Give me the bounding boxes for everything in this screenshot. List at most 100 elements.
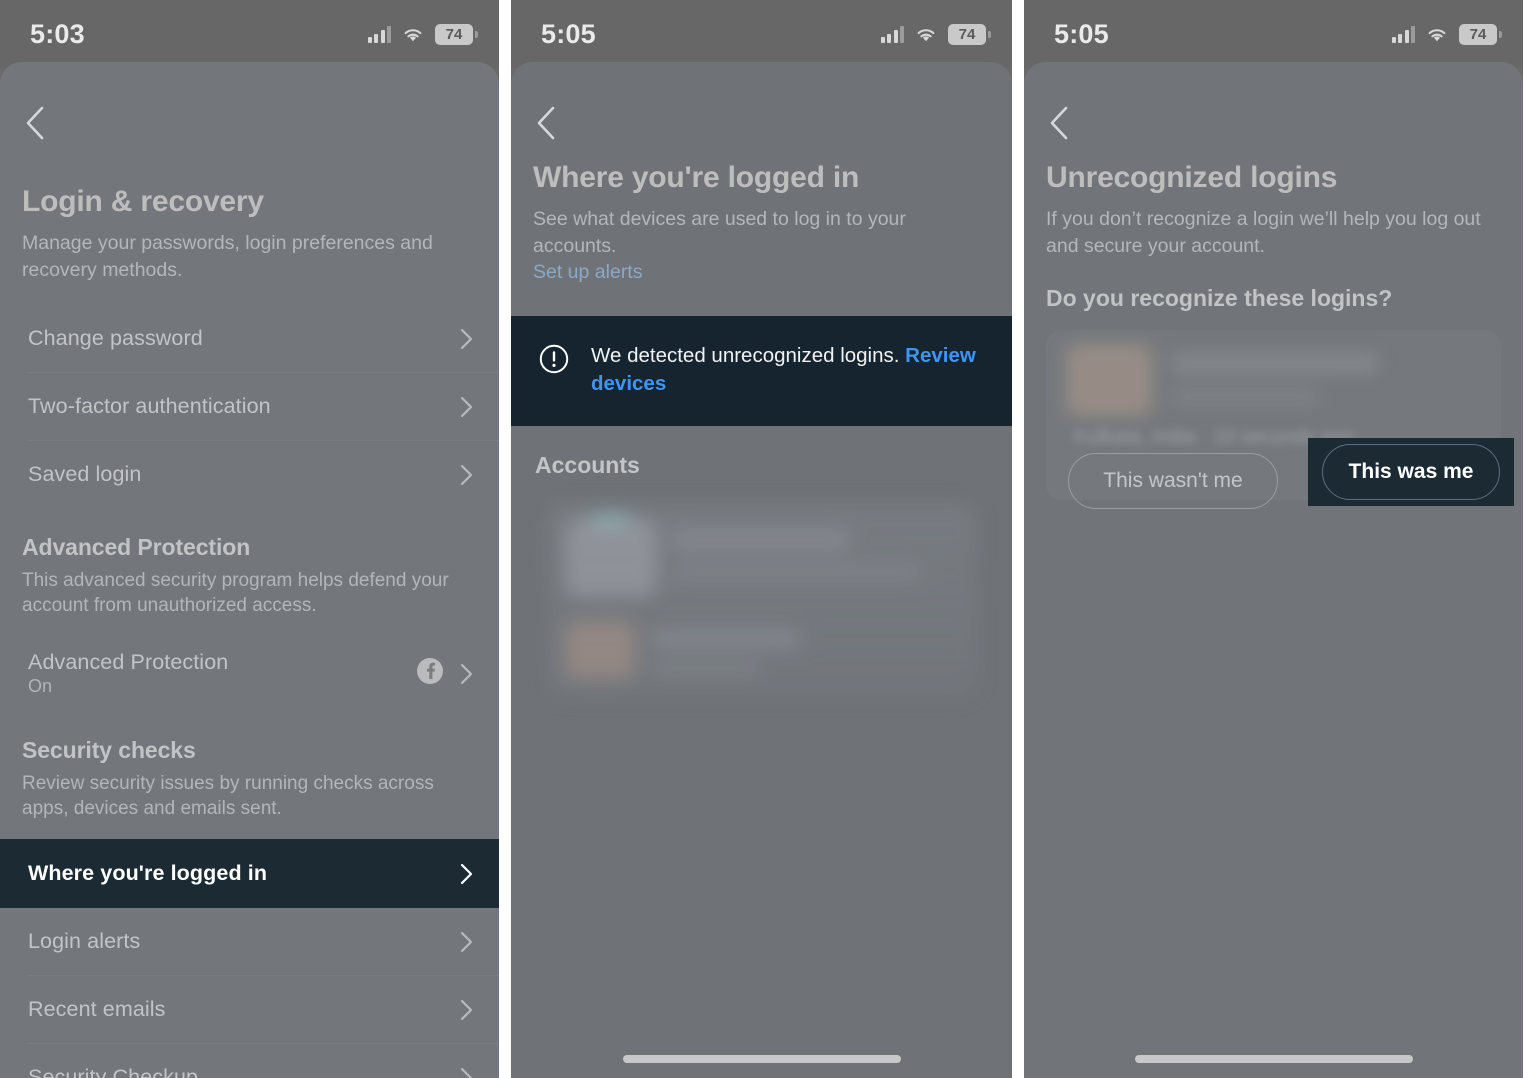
battery-icon: 74 [948,23,991,45]
row-login-alerts[interactable]: Login alerts [0,908,499,975]
content-sheet: Where you're logged in See what devices … [511,62,1012,1078]
recognize-question: Do you recognize these logins? [1046,285,1393,312]
row-right [416,657,473,690]
section-heading: Advanced Protection [22,534,251,561]
page-header: Where you're logged in See what devices … [511,160,1012,286]
phone-panel-login-recovery: 5:03 74 Login & recovery Manage your pas… [0,0,499,1078]
row-chevron [460,863,473,885]
panel-gap [499,0,511,1078]
home-indicator[interactable] [1134,1055,1413,1063]
recognize-question-block: Do you recognize these logins? [1024,285,1523,312]
row-two-factor-authentication[interactable]: Two-factor authentication [0,373,499,440]
accounts-heading: Accounts [535,452,640,479]
row-label: Saved login [28,462,142,487]
status-bar: 5:05 74 [511,0,1012,68]
blurred-avatar [564,621,635,680]
row-label: Two-factor authentication [28,394,271,419]
facebook-icon [416,657,444,690]
cellular-signal-icon [880,25,904,43]
status-icons: 74 [367,23,478,45]
row-recent-emails[interactable]: Recent emails [0,976,499,1043]
status-icons: 74 [1391,23,1502,45]
unrecognized-logins-banner[interactable]: We detected unrecognized logins. Review … [511,315,1012,427]
battery-icon: 74 [435,23,478,45]
wifi-icon [1426,26,1448,43]
status-icons: 74 [880,23,991,45]
this-was-me-button[interactable]: This was me [1322,444,1500,501]
blurred-avatar [564,519,657,598]
accounts-card-blurred[interactable] [546,503,977,699]
section-description: This advanced security program helps def… [22,570,449,617]
row-chevron [460,1067,473,1078]
blurred-text-line [670,563,921,582]
page-title: Unrecognized logins [1046,161,1338,194]
battery-level: 74 [1469,25,1487,43]
battery-icon: 74 [1459,23,1502,45]
page-header: Login & recovery Manage your passwords, … [0,184,499,283]
cellular-signal-icon [367,25,391,43]
phone-panel-unrecognized-logins: 5:05 74 Unrecognized logins If you don’t… [1024,0,1523,1078]
status-bar: 5:03 74 [0,0,499,68]
panel-gap [1012,0,1024,1078]
page-subtitle: If you don’t recognize a login we’ll hel… [1046,208,1481,257]
status-bar: 5:05 74 [1024,0,1523,68]
section-description: Review security issues by running checks… [22,772,434,819]
security-checks-list: Where you're logged in Login alerts Rece… [0,839,499,1078]
status-clock: 5:05 [1054,18,1109,49]
status-clock: 5:03 [30,18,85,49]
row-label: Login alerts [28,929,141,954]
row-label: Security Checkup [28,1065,199,1078]
row-value: On [28,676,53,697]
content-sheet: Login & recovery Manage your passwords, … [0,62,499,1078]
unrecognized-login-card: Kolkata, India · 10 seconds ago This was… [1046,330,1514,510]
row-advanced-protection[interactable]: Advanced Protection On [0,637,499,711]
row-change-password[interactable]: Change password [0,305,499,372]
set-up-alerts-link[interactable]: Set up alerts [533,259,642,286]
home-indicator[interactable] [622,1055,901,1063]
page-header: Unrecognized logins If you don’t recogni… [1024,160,1523,259]
page-subtitle: See what devices are used to log in to y… [533,206,990,286]
row-chevron [460,931,473,953]
row-chevron [460,464,473,486]
content-sheet: Unrecognized logins If you don’t recogni… [1024,62,1523,1078]
wifi-icon [402,26,424,43]
row-chevron [460,328,473,350]
phone-panel-where-logged-in: 5:05 74 Where you're logged in See what … [511,0,1012,1078]
section-heading: Security checks [22,736,196,763]
row-label: Advanced Protection [28,650,229,675]
row-saved-login[interactable]: Saved login [0,441,499,508]
back-chevron-icon[interactable] [1032,96,1086,150]
blurred-accent [590,515,629,526]
security-checks-section-header: Security checks Review security issues b… [0,711,499,822]
wifi-icon [915,26,937,43]
row-label: Change password [28,326,203,351]
advanced-protection-list: Advanced Protection On [0,637,499,711]
row-texts: Advanced Protection On [28,650,228,697]
blurred-text-line [670,529,851,552]
page-title: Where you're logged in [533,161,860,194]
row-where-youre-logged-in[interactable]: Where you're logged in [0,839,499,909]
blurred-text-line [650,661,761,678]
screenshot-triptych: 5:03 74 Login & recovery Manage your pas… [0,0,1524,1078]
back-chevron-icon[interactable] [8,96,62,150]
row-chevron [460,396,473,418]
this-was-me-highlight: This was me [1308,438,1514,507]
cellular-signal-icon [1391,25,1415,43]
page-title: Login & recovery [22,185,264,218]
row-chevron [460,999,473,1021]
row-label: Recent emails [28,997,166,1022]
blurred-text-line [650,629,801,650]
back-chevron-icon[interactable] [519,96,573,150]
blurred-text-line [1170,352,1380,375]
row-label: Where you're logged in [28,861,268,886]
banner-message: We detected unrecognized logins. [591,343,900,367]
this-wasnt-me-button[interactable]: This wasn't me [1068,453,1278,510]
status-clock: 5:05 [541,18,596,49]
page-subtitle-text: See what devices are used to log in to y… [533,208,906,257]
blurred-avatar [1066,344,1152,417]
battery-level: 74 [445,25,463,43]
battery-level: 74 [958,25,976,43]
row-security-checkup[interactable]: Security Checkup [0,1044,499,1078]
login-recovery-list: Change password Two-factor authenticatio… [0,305,499,508]
advanced-protection-section-header: Advanced Protection This advanced securi… [0,508,499,619]
